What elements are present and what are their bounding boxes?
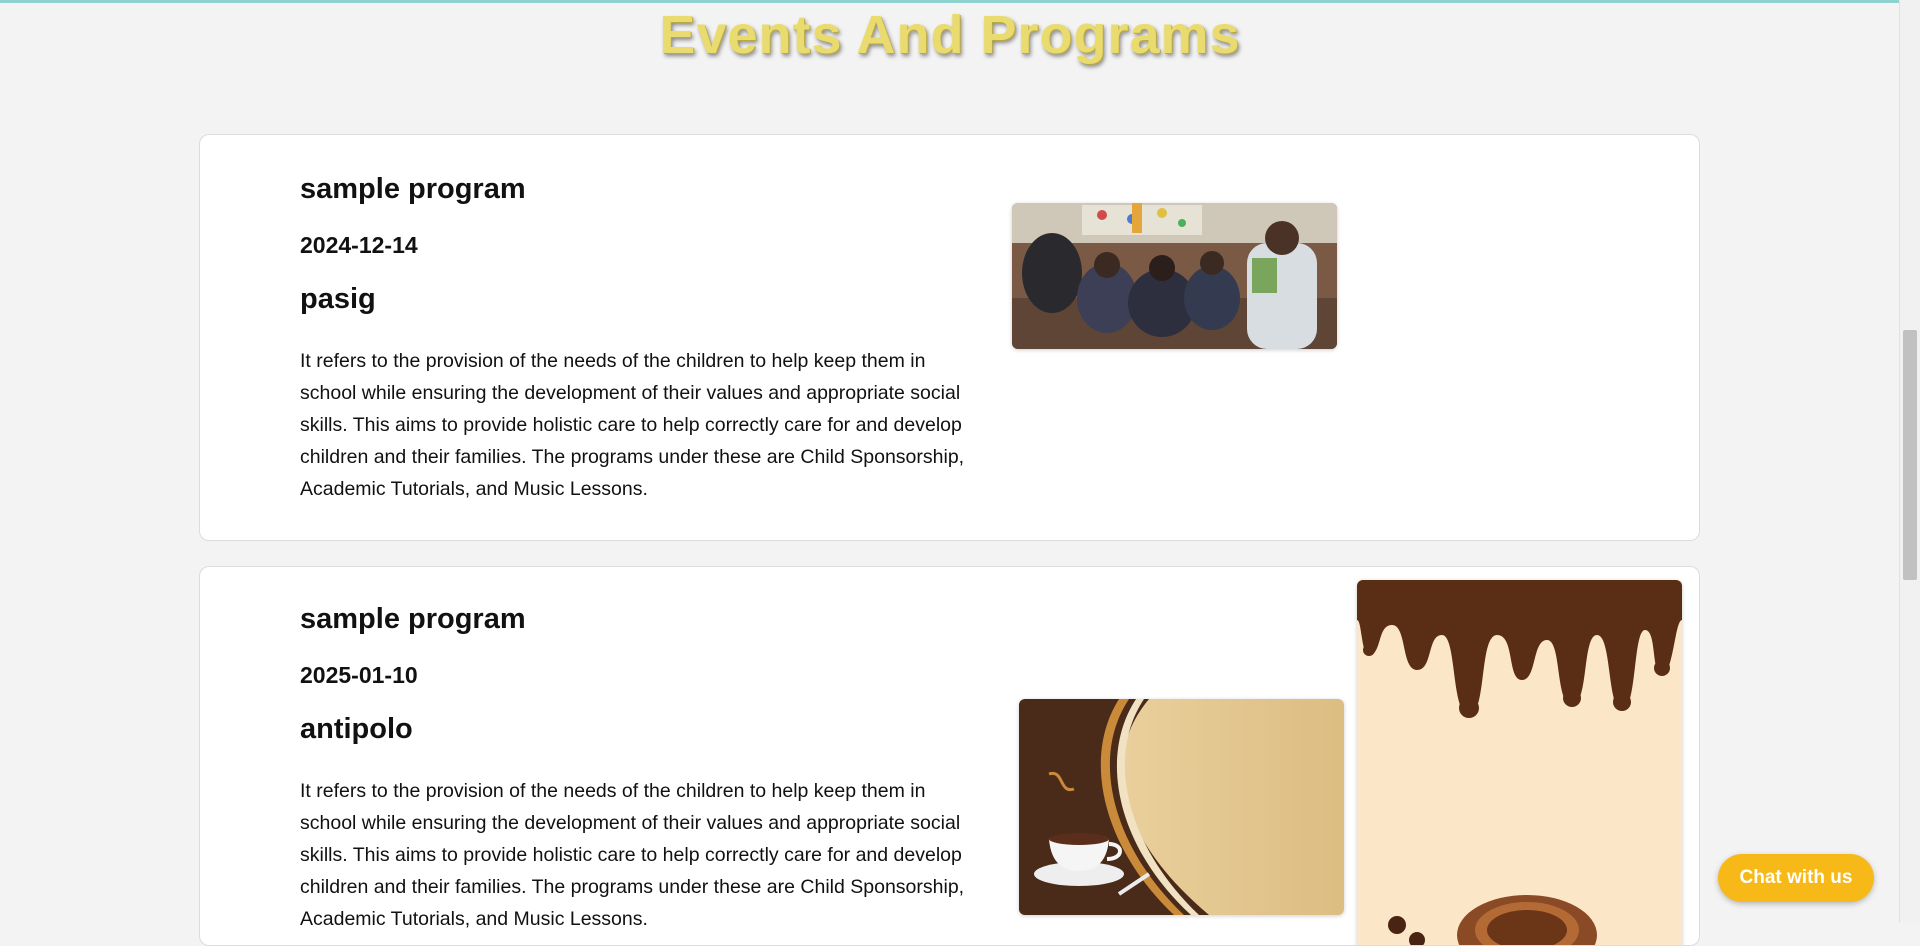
event-card: sample program 2025-01-10 antipolo It re… [199,566,1700,946]
page-scrollbar[interactable] [1899,0,1920,923]
event-title: sample program [300,603,526,635]
event-date: 2025-01-10 [300,662,418,688]
event-card: sample program 2024-12-14 pasig It refer… [199,134,1700,541]
event-photo-chocolate-drip [1357,580,1682,945]
chat-with-us-button[interactable]: Chat with us [1718,854,1874,902]
page-title: Events And Programs [659,5,1241,65]
event-date: 2024-12-14 [300,232,418,258]
top-accent-strip [0,0,1920,3]
event-title: sample program [300,173,526,205]
scrollbar-thumb[interactable] [1903,330,1917,580]
event-location: antipolo [300,713,413,745]
event-photo-coffee-cup [1019,699,1344,915]
event-photo-children-reading [1012,203,1337,349]
event-description: It refers to the provision of the needs … [300,780,965,930]
event-description: It refers to the provision of the needs … [300,350,965,500]
event-location: pasig [300,283,376,315]
